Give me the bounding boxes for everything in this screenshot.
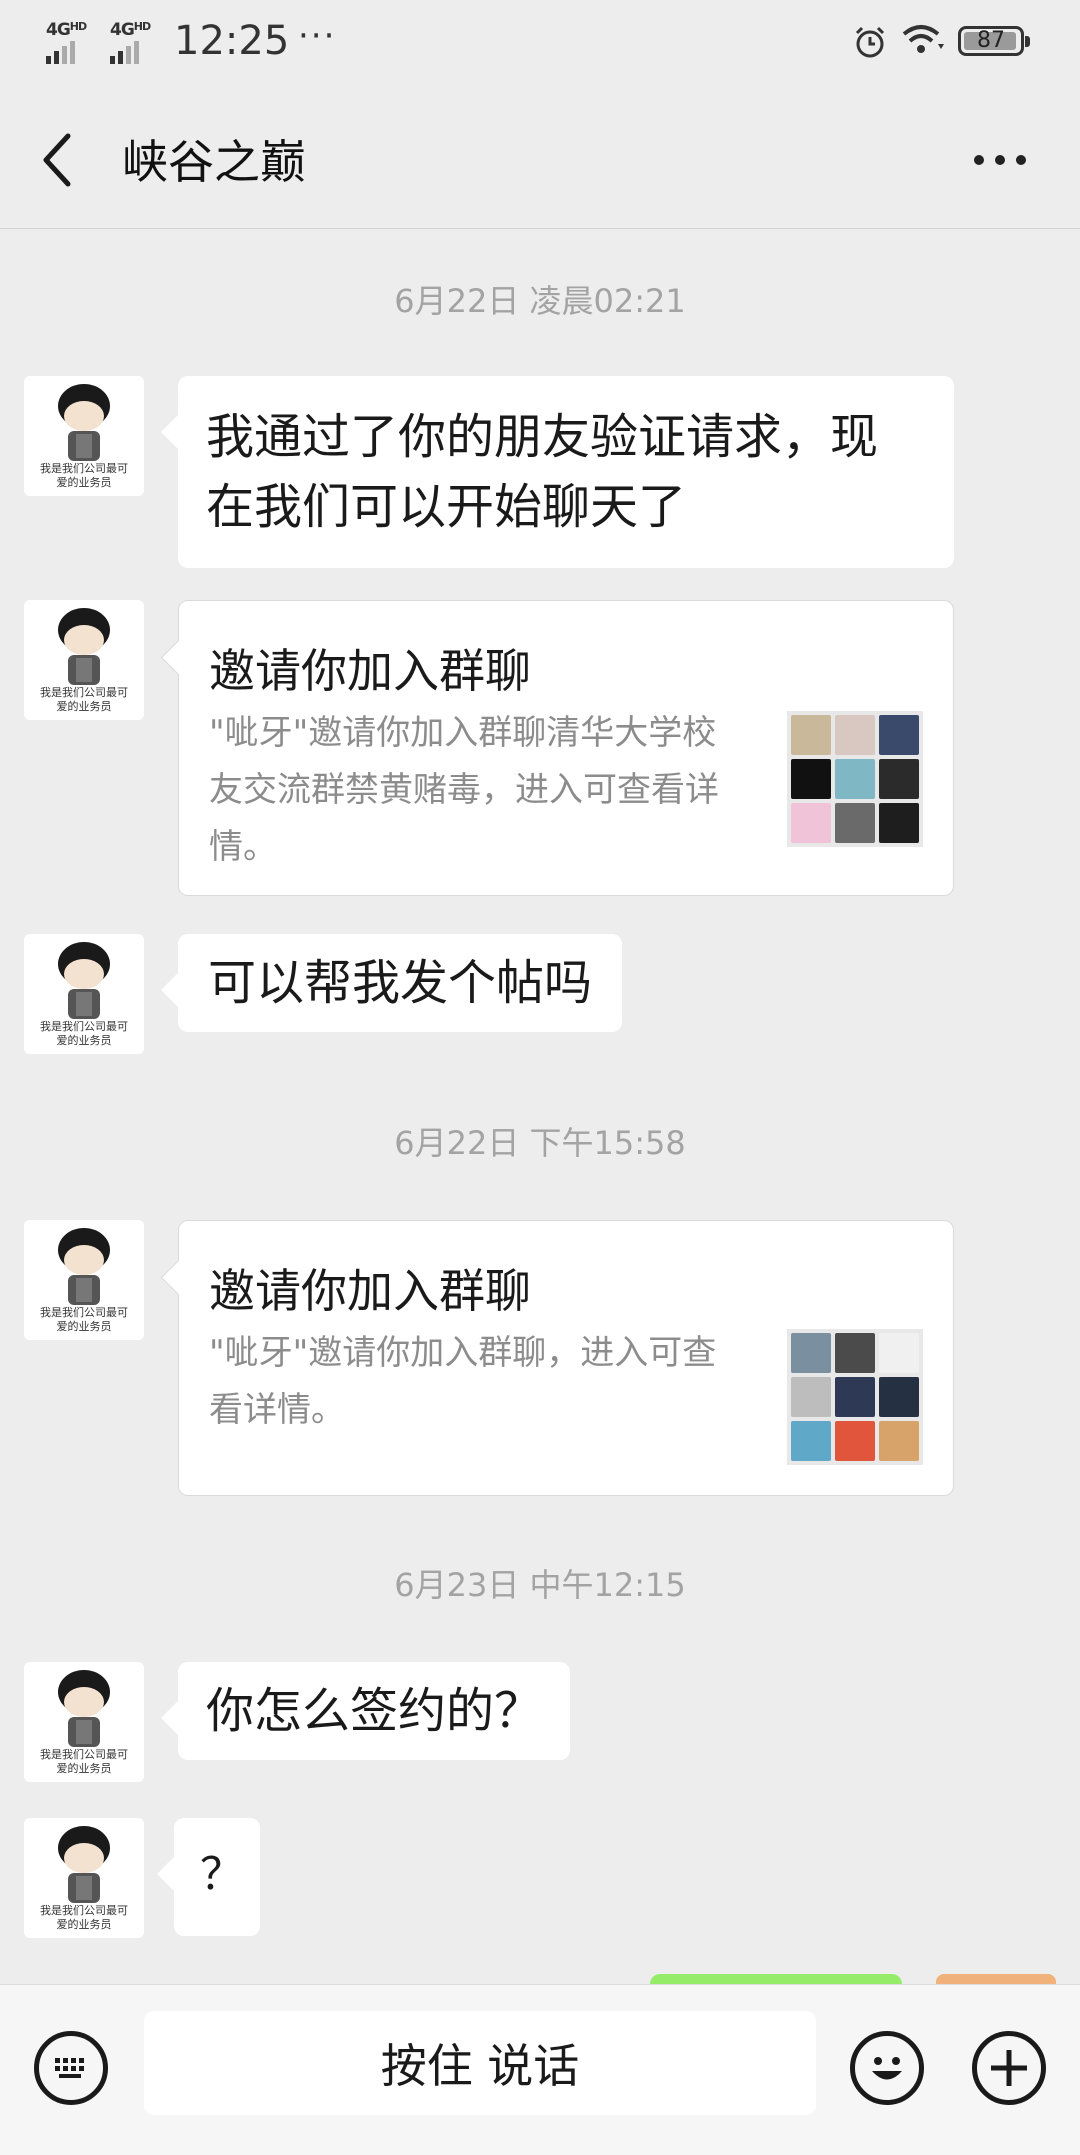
svg-text:我是我们公司最可: 我是我们公司最可 bbox=[40, 461, 128, 475]
svg-text:爱的业务员: 爱的业务员 bbox=[57, 1033, 112, 1047]
avatar[interactable]: 我是我们公司最可 爱的业务员 bbox=[24, 1662, 144, 1782]
svg-text:我是我们公司最可: 我是我们公司最可 bbox=[40, 685, 128, 699]
card-description: "呲牙"邀请你加入群聊清华大学校 友交流群禁黄赌毒，进入可查看详 情。 bbox=[209, 713, 719, 867]
status-time: 12:25 bbox=[174, 18, 290, 64]
input-bar: 按住 说话 bbox=[0, 1984, 1080, 2155]
svg-text:我是我们公司最可: 我是我们公司最可 bbox=[40, 1019, 128, 1033]
avatar[interactable]: 我是我们公司最可 爱的业务员 bbox=[24, 376, 144, 496]
back-arrow-icon[interactable] bbox=[36, 130, 90, 190]
keyboard-icon[interactable] bbox=[34, 2031, 108, 2105]
svg-text:爱的业务员: 爱的业务员 bbox=[57, 699, 112, 713]
chat-title: 峡谷之巅 bbox=[122, 135, 306, 189]
battery-icon: 87 bbox=[958, 26, 1030, 56]
message-bubble[interactable]: 你怎么签约的？ bbox=[178, 1662, 571, 1760]
status-bar: 4GHD 4GHD 12:25 ··· 87 bbox=[0, 0, 1080, 90]
avatar[interactable]: 我是我们公司最可 爱的业务员 bbox=[24, 934, 144, 1054]
svg-text:爱的业务员: 爱的业务员 bbox=[57, 475, 112, 489]
avatar[interactable]: 我是我们公司最可 爱的业务员 bbox=[24, 1220, 144, 1340]
svg-text:我是我们公司最可: 我是我们公司最可 bbox=[40, 1305, 128, 1319]
emoji-icon[interactable] bbox=[850, 2031, 924, 2105]
timestamp: 6月22日 凌晨02:21 bbox=[394, 282, 686, 320]
plus-icon[interactable] bbox=[972, 2031, 1046, 2105]
message-bubble[interactable]: ？ bbox=[174, 1818, 260, 1936]
chat-header: 峡谷之巅 bbox=[0, 90, 1080, 229]
group-avatar-grid bbox=[787, 1329, 923, 1465]
card-title: 邀请你加入群聊 bbox=[209, 644, 531, 698]
message-text: 我通过了你的朋友验证请求，现 在我们可以开始聊天了 bbox=[206, 409, 879, 535]
group-avatar-grid bbox=[787, 711, 923, 847]
svg-text:爱的业务员: 爱的业务员 bbox=[57, 1917, 112, 1931]
message-text: ？ bbox=[200, 1849, 244, 1900]
avatar[interactable]: 我是我们公司最可 爱的业务员 bbox=[24, 600, 144, 720]
svg-text:我是我们公司最可: 我是我们公司最可 bbox=[40, 1903, 128, 1917]
timestamp: 6月23日 中午12:15 bbox=[394, 1566, 686, 1604]
message-text: 你怎么签约的？ bbox=[206, 1683, 543, 1739]
svg-text:爱的业务员: 爱的业务员 bbox=[57, 1761, 112, 1775]
group-invite-card[interactable]: 邀请你加入群聊 "呲牙"邀请你加入群聊，进入可查 看详情。 bbox=[178, 1220, 954, 1496]
card-title: 邀请你加入群聊 bbox=[209, 1264, 531, 1318]
svg-text:爱的业务员: 爱的业务员 bbox=[57, 1319, 112, 1333]
group-invite-card[interactable]: 邀请你加入群聊 "呲牙"邀请你加入群聊清华大学校 友交流群禁黄赌毒，进入可查看详… bbox=[178, 600, 954, 896]
wifi-icon bbox=[900, 22, 946, 62]
timestamp: 6月22日 下午15:58 bbox=[394, 1124, 686, 1162]
message-text: 可以帮我发个帖吗 bbox=[208, 955, 593, 1011]
avatar[interactable]: 我是我们公司最可 爱的业务员 bbox=[24, 1818, 144, 1938]
message-bubble[interactable]: 我通过了你的朋友验证请求，现 在我们可以开始聊天了 bbox=[178, 376, 954, 568]
alarm-icon bbox=[852, 24, 888, 64]
hold-to-talk-button[interactable]: 按住 说话 bbox=[144, 2011, 816, 2115]
signal-4g-2: 4GHD bbox=[110, 20, 151, 64]
card-description: "呲牙"邀请你加入群聊，进入可查 看详情。 bbox=[209, 1333, 717, 1430]
svg-text:我是我们公司最可: 我是我们公司最可 bbox=[40, 1747, 128, 1761]
signal-4g-1: 4GHD bbox=[46, 20, 87, 64]
status-more-dots: ··· bbox=[298, 16, 337, 56]
message-bubble[interactable]: 可以帮我发个帖吗 bbox=[178, 934, 623, 1032]
more-dots-icon[interactable] bbox=[960, 130, 1040, 190]
